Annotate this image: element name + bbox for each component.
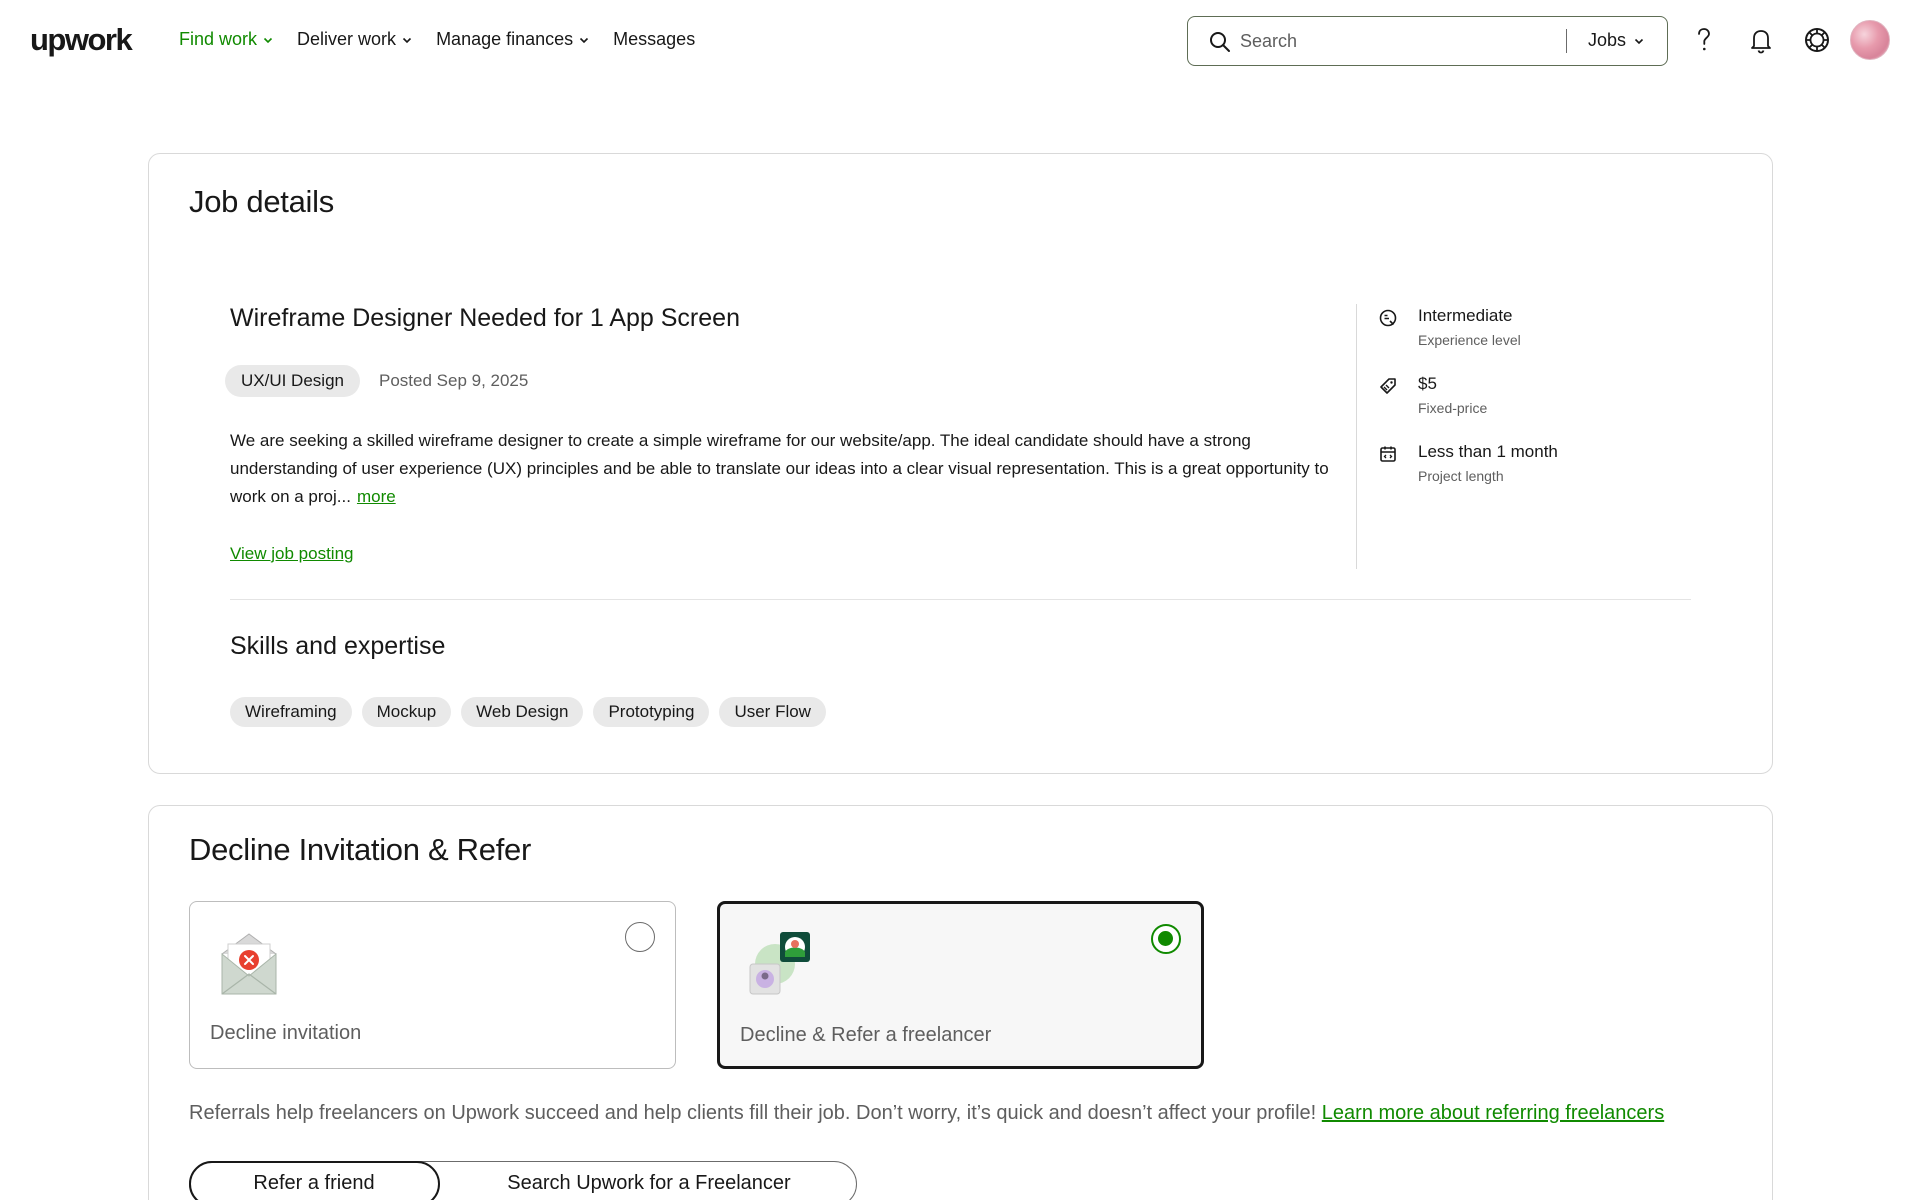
chevron-down-icon xyxy=(1634,38,1644,44)
project-length-label: Project length xyxy=(1418,468,1504,484)
search-scope-label: Jobs xyxy=(1588,30,1627,50)
price-type-label: Fixed-price xyxy=(1418,400,1488,416)
decline-refer-label: Decline & Refer a freelancer xyxy=(740,1024,992,1046)
price-tag-icon xyxy=(1380,378,1396,394)
decline-refer-radio[interactable] xyxy=(1151,924,1181,954)
decline-envelope-icon xyxy=(221,933,277,995)
view-job-posting-link[interactable]: View job posting xyxy=(230,544,354,564)
calendar-icon xyxy=(1380,446,1396,462)
search-scope-dropdown[interactable]: Jobs xyxy=(1588,30,1644,51)
bell-icon[interactable] xyxy=(1745,24,1777,56)
avatar[interactable] xyxy=(1850,20,1890,60)
job-details-heading: Job details xyxy=(189,184,334,219)
skill-tag[interactable]: Mockup xyxy=(361,697,452,727)
decline-refer-option[interactable]: Decline & Refer a freelancer xyxy=(717,901,1204,1069)
chevron-down-icon xyxy=(263,37,273,43)
meta-project-length: Less than 1 month Project length xyxy=(1378,442,1558,484)
category-badge[interactable]: UX/UI Design xyxy=(225,365,360,397)
refer-mode-toggle: Search Upwork for a Freelancer Refer a f… xyxy=(188,1160,858,1200)
skill-tag[interactable]: Web Design xyxy=(461,697,584,727)
skills-heading: Skills and expertise xyxy=(230,632,446,660)
search-bar: Jobs xyxy=(1187,16,1740,66)
job-title: Wireframe Designer Needed for 1 App Scre… xyxy=(230,304,740,332)
job-description: We are seeking a skilled wireframe desig… xyxy=(230,427,1330,511)
tab-search-upwork-freelancer[interactable]: Search Upwork for a Freelancer xyxy=(440,1161,858,1200)
section-divider xyxy=(230,599,1691,600)
nav-messages[interactable]: Messages xyxy=(613,29,695,50)
nav-deliver-work[interactable]: Deliver work xyxy=(297,29,412,50)
skills-list: Wireframing Mockup Web Design Prototypin… xyxy=(230,697,826,727)
skill-tag[interactable]: Wireframing xyxy=(230,697,352,727)
meta-experience: Intermediate Experience level xyxy=(1378,306,1521,348)
nav-find-work[interactable]: Find work xyxy=(179,29,273,50)
nav-manage-finances-label: Manage finances xyxy=(436,29,574,49)
more-link[interactable]: more xyxy=(357,487,396,506)
decline-heading: Decline Invitation & Refer xyxy=(189,832,531,867)
search-icon[interactable] xyxy=(1208,30,1232,54)
decline-invitation-label: Decline invitation xyxy=(210,1022,362,1044)
upwork-logo[interactable]: upwork xyxy=(30,22,133,58)
skill-tag[interactable]: Prototyping xyxy=(593,697,710,727)
meta-price: $5 Fixed-price xyxy=(1378,374,1487,416)
decline-invitation-radio[interactable] xyxy=(625,922,655,952)
apps-icon[interactable] xyxy=(1801,24,1833,56)
job-details-card: Job details Wireframe Designer Needed fo… xyxy=(148,153,1773,774)
help-icon[interactable] xyxy=(1688,24,1720,56)
learn-more-referring-link[interactable]: Learn more about referring freelancers xyxy=(1322,1102,1664,1124)
chevron-down-icon xyxy=(580,37,589,43)
experience-level-label: Experience level xyxy=(1418,332,1521,348)
nav-find-work-label: Find work xyxy=(179,29,258,49)
experience-level-value: Intermediate xyxy=(1418,306,1513,325)
top-header: upwork Find work Deliver work Manage fin… xyxy=(0,0,1920,80)
experience-level-icon xyxy=(1379,309,1397,327)
project-length-value: Less than 1 month xyxy=(1418,442,1558,461)
referral-info: Referrals help freelancers on Upwork suc… xyxy=(189,1102,1664,1125)
nav-manage-finances[interactable]: Manage finances xyxy=(436,29,589,50)
search-input[interactable] xyxy=(1240,27,1740,55)
nav-messages-label: Messages xyxy=(613,29,696,49)
referral-info-text: Referrals help freelancers on Upwork suc… xyxy=(189,1102,1317,1124)
posted-date: Posted Sep 9, 2025 xyxy=(379,371,529,390)
search-divider xyxy=(1566,29,1567,53)
vertical-divider xyxy=(1356,304,1357,569)
refer-freelancer-icon xyxy=(749,932,810,995)
chevron-down-icon xyxy=(402,37,412,43)
decline-invitation-option[interactable]: Decline invitation xyxy=(189,901,676,1069)
main-nav: Find work Deliver work Manage finances M… xyxy=(179,29,695,50)
skill-tag[interactable]: User Flow xyxy=(719,697,826,727)
tab-refer-a-friend[interactable]: Refer a friend xyxy=(188,1160,440,1200)
price-value: $5 xyxy=(1418,374,1437,393)
decline-refer-card: Decline Invitation & Refer Decline invit… xyxy=(148,805,1773,1200)
nav-deliver-work-label: Deliver work xyxy=(297,29,397,49)
